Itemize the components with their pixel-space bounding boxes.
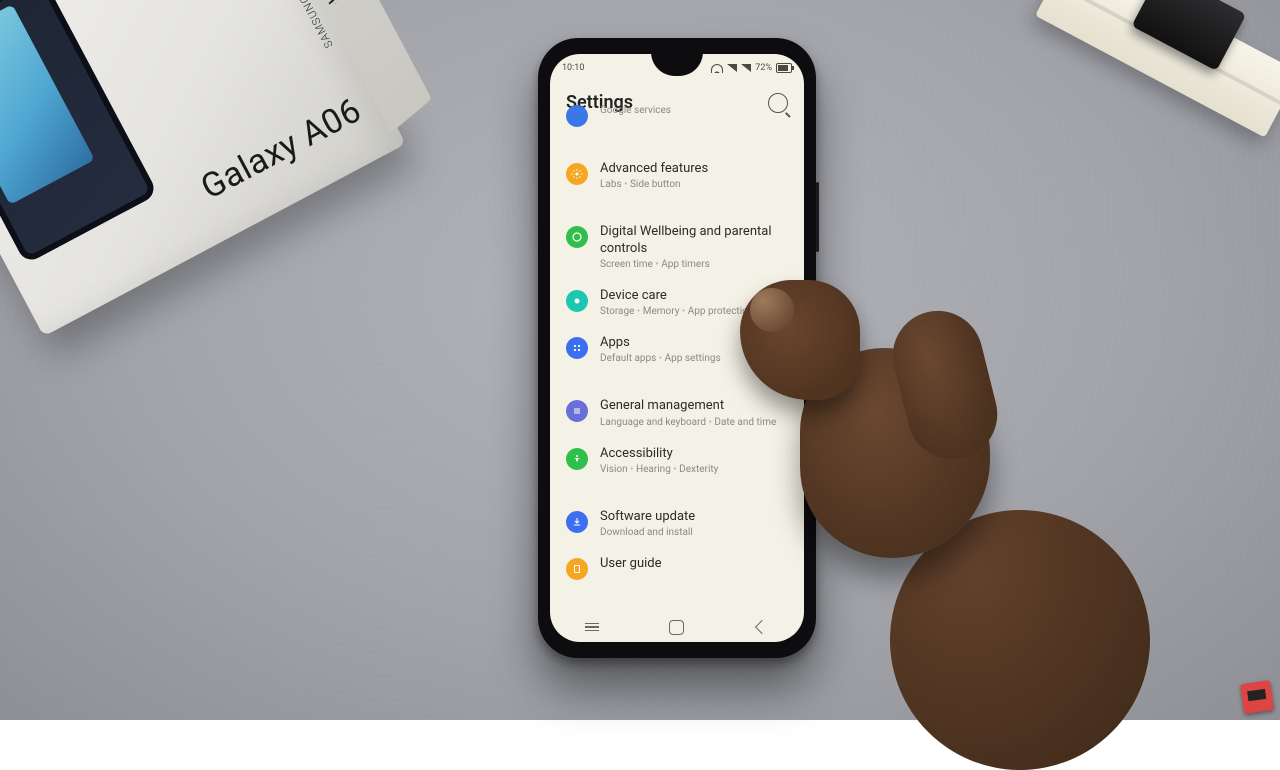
battery-icon (776, 63, 792, 73)
wifi-icon (711, 64, 723, 73)
corner-logo-icon (1240, 680, 1274, 714)
user-guide-icon (566, 558, 588, 580)
item-title: Advanced features (600, 161, 788, 177)
google-icon (566, 105, 588, 127)
phone-body: 10:10 72% Settings Googl (538, 38, 816, 658)
item-title: General management (600, 398, 788, 414)
desk-background: SAMSUNG Galaxy A06 10:10 72% Settings (0, 0, 1280, 720)
apps-icon (566, 337, 588, 359)
item-title: Accessibility (600, 446, 788, 462)
item-title: Software update (600, 509, 788, 525)
settings-item-general-management[interactable]: General management Language and keyboard… (550, 389, 804, 436)
settings-item-software-update[interactable]: Software update Download and install (550, 500, 804, 547)
item-title: Apps (600, 335, 788, 351)
phone-screen: 10:10 72% Settings Googl (550, 54, 804, 642)
advanced-icon (566, 163, 588, 185)
device-care-icon (566, 290, 588, 312)
settings-item-advanced-features[interactable]: Advanced features LabsSide button (550, 152, 804, 199)
item-title: User guide (600, 556, 788, 572)
software-update-icon (566, 511, 588, 533)
wellbeing-icon (566, 226, 588, 248)
nav-recents-button[interactable] (567, 617, 617, 637)
settings-item-accessibility[interactable]: Accessibility VisionHearingDexterity (550, 437, 804, 484)
settings-item-digital-wellbeing[interactable]: Digital Wellbeing and parental controls … (550, 215, 804, 279)
search-icon[interactable] (768, 93, 788, 113)
general-icon (566, 400, 588, 422)
finger-shadow-overlay (746, 290, 804, 336)
signal-icon-2 (741, 64, 751, 72)
status-battery-pct: 72% (755, 63, 772, 73)
settings-item-user-guide[interactable]: User guide (550, 547, 804, 589)
settings-list[interactable]: Google services Advanced features LabsSi… (550, 103, 804, 593)
nav-back-button[interactable] (737, 617, 787, 637)
status-time: 10:10 (562, 63, 584, 73)
signal-icon (727, 64, 737, 72)
accessibility-icon (566, 448, 588, 470)
phone-side-button (816, 182, 819, 252)
navigation-bar (550, 612, 804, 642)
item-title: Digital Wellbeing and parental controls (600, 224, 788, 257)
nav-home-button[interactable] (652, 617, 702, 637)
